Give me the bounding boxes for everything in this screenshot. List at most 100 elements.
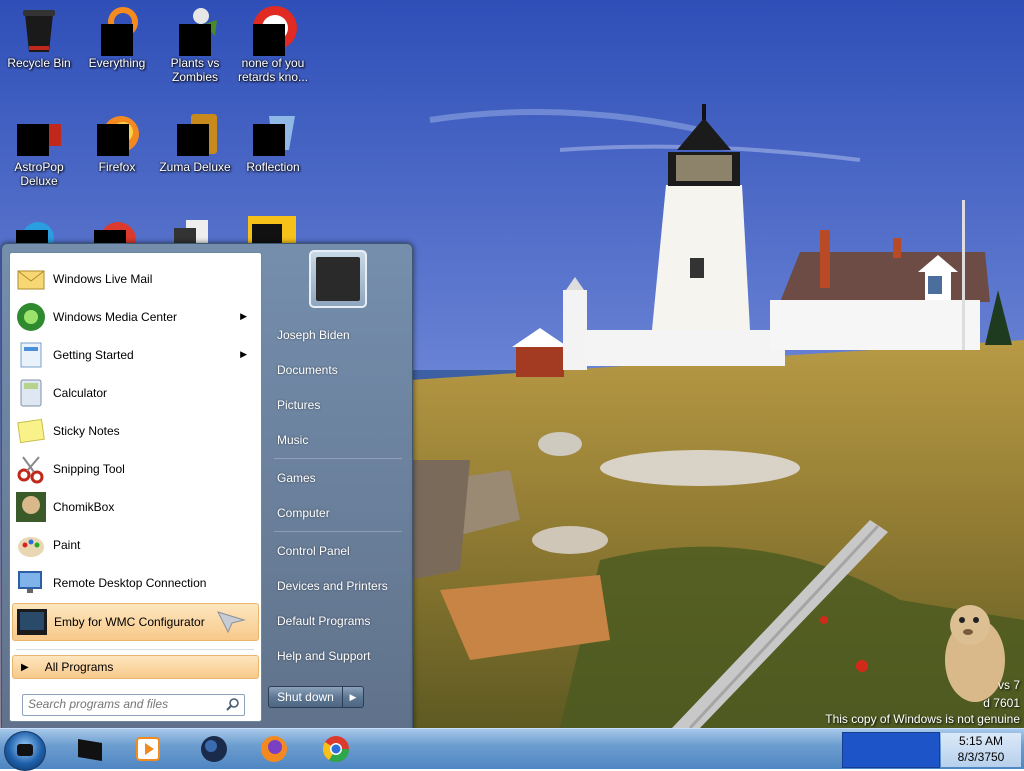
taskbar-pinned-app-3[interactable] [188, 732, 240, 766]
program-label: Snipping Tool [53, 462, 125, 476]
start-search-box[interactable] [22, 694, 245, 716]
plants-vs-zombies-icon [171, 6, 219, 56]
link-documents[interactable]: Documents [268, 355, 413, 385]
link-default-programs[interactable]: Default Programs [268, 606, 413, 636]
program-label: Emby for WMC Configurator [54, 615, 205, 629]
taskbar: 5:15 AM 8/3/3750 [0, 728, 1024, 771]
chomikbox-icon [15, 491, 47, 523]
windows-live-mail-icon [15, 263, 47, 295]
program-windows-live-mail[interactable]: Windows Live Mail [12, 261, 257, 297]
firefox-icon [261, 736, 287, 762]
media-player-icon [136, 737, 160, 761]
roflection-icon [249, 110, 297, 158]
program-getting-started[interactable]: Getting Started ▶ [12, 337, 257, 373]
taskbar-pinned-app-4[interactable] [248, 732, 300, 766]
link-user-folder[interactable]: Joseph Biden [268, 320, 413, 350]
shutdown-button-group: Shut down ▶ [268, 686, 364, 708]
program-label: Windows Live Mail [53, 272, 153, 286]
desktop-icon-chrome[interactable] [92, 218, 140, 258]
emby-icon [16, 606, 48, 638]
start-menu-programs-pane: Windows Live Mail Windows Media Center ▶… [9, 252, 262, 722]
notification-tray[interactable] [842, 732, 940, 768]
remote-desktop-icon [15, 567, 47, 599]
desktop-icon-edge[interactable] [14, 218, 62, 254]
file-icon [174, 220, 208, 244]
shutdown-label: Shut down [277, 690, 334, 704]
globe-icon [201, 736, 227, 762]
avatar-image [316, 257, 360, 301]
program-calculator[interactable]: Calculator [12, 375, 257, 411]
submenu-arrow-icon: ▶ [240, 311, 247, 321]
all-programs-button[interactable]: ▶ All Programs [12, 655, 259, 679]
genuine-watermark-line2: d 7601 [983, 696, 1020, 710]
desktop-icon-astropop[interactable]: AstroPop Deluxe [0, 106, 78, 188]
program-snipping-tool[interactable]: Snipping Tool [12, 451, 257, 487]
taskbar-pinned-app-2[interactable] [122, 732, 174, 766]
yellow-app-icon [248, 216, 296, 244]
submenu-arrow-icon: ▶ [240, 349, 247, 359]
recycle-bin-icon [15, 6, 63, 54]
program-windows-media-center[interactable]: Windows Media Center ▶ [12, 299, 257, 335]
chrome-icon [322, 736, 350, 763]
genuine-watermark-line1: vs 7 [997, 678, 1020, 692]
program-label: Getting Started [53, 348, 134, 362]
getting-started-icon [15, 339, 47, 371]
link-games[interactable]: Games [268, 463, 413, 493]
link-help-support[interactable]: Help and Support [268, 641, 413, 671]
desktop-icon-zuma[interactable]: Zuma Deluxe [156, 106, 234, 174]
taskbar-pinned-app-5[interactable] [310, 732, 362, 766]
link-control-panel[interactable]: Control Panel [268, 536, 413, 566]
link-computer[interactable]: Computer [268, 498, 413, 528]
desktop-icon-label: AstroPop Deluxe [14, 160, 64, 188]
firefox-icon [93, 110, 141, 158]
program-label: Remote Desktop Connection [53, 576, 207, 590]
search-icon[interactable] [226, 697, 240, 714]
desktop-icon-label: Plants vs Zombies [170, 56, 220, 84]
desktop-icon-roflection[interactable]: Roflection [234, 106, 312, 174]
shutdown-options-arrow-icon[interactable]: ▶ [343, 687, 363, 707]
start-button[interactable] [4, 731, 46, 771]
desktop-icon-none-of-you[interactable]: none of you retards kno... [234, 2, 312, 84]
black-window-icon [78, 739, 102, 761]
edge-icon [16, 222, 54, 254]
start-menu: Windows Live Mail Windows Media Center ▶… [1, 243, 413, 730]
zuma-icon [171, 110, 219, 158]
everything-icon [93, 6, 141, 56]
link-music[interactable]: Music [268, 425, 413, 455]
user-avatar[interactable] [309, 250, 367, 308]
astropop-icon [15, 110, 63, 158]
calculator-icon [15, 377, 47, 409]
program-emby-configurator[interactable]: Emby for WMC Configurator [12, 603, 259, 641]
link-pictures[interactable]: Pictures [268, 390, 413, 420]
links-separator [274, 458, 402, 459]
shutdown-button[interactable]: Shut down [269, 687, 343, 707]
desktop-icon-label: Zuma Deluxe [159, 160, 231, 174]
link-label: Music [277, 433, 309, 447]
taskbar-clock[interactable]: 5:15 AM 8/3/3750 [941, 733, 1021, 767]
desktop-icon-file[interactable] [170, 218, 218, 244]
desktop-icon-firefox[interactable]: Firefox [78, 106, 156, 174]
program-label: Sticky Notes [53, 424, 120, 438]
desktop-icon-label: Recycle Bin [7, 56, 71, 70]
program-chomikbox[interactable]: ChomikBox [12, 489, 257, 525]
program-remote-desktop[interactable]: Remote Desktop Connection [12, 565, 257, 601]
link-label: Help and Support [277, 649, 371, 663]
desktop-icon-everything[interactable]: Everything [78, 2, 156, 70]
start-orb-icon [17, 744, 33, 756]
taskbar-pinned-app-1[interactable] [64, 732, 116, 766]
desktop-icon-label: Roflection [246, 160, 300, 174]
link-devices-printers[interactable]: Devices and Printers [268, 571, 413, 601]
red-circle-icon [249, 6, 297, 56]
link-label: Documents [277, 363, 338, 377]
paint-icon [15, 529, 47, 561]
cursor-arrow-icon [216, 610, 246, 637]
program-label: ChomikBox [53, 500, 115, 514]
links-separator [274, 531, 402, 532]
desktop-icon-yellow[interactable] [248, 216, 296, 244]
program-sticky-notes[interactable]: Sticky Notes [12, 413, 257, 449]
program-paint[interactable]: Paint [12, 527, 257, 563]
desktop-icon-recycle-bin[interactable]: Recycle Bin [0, 2, 78, 70]
desktop-icon-plants-vs-zombies[interactable]: Plants vs Zombies [156, 2, 234, 84]
search-input[interactable] [23, 695, 218, 713]
link-label: Pictures [277, 398, 321, 412]
